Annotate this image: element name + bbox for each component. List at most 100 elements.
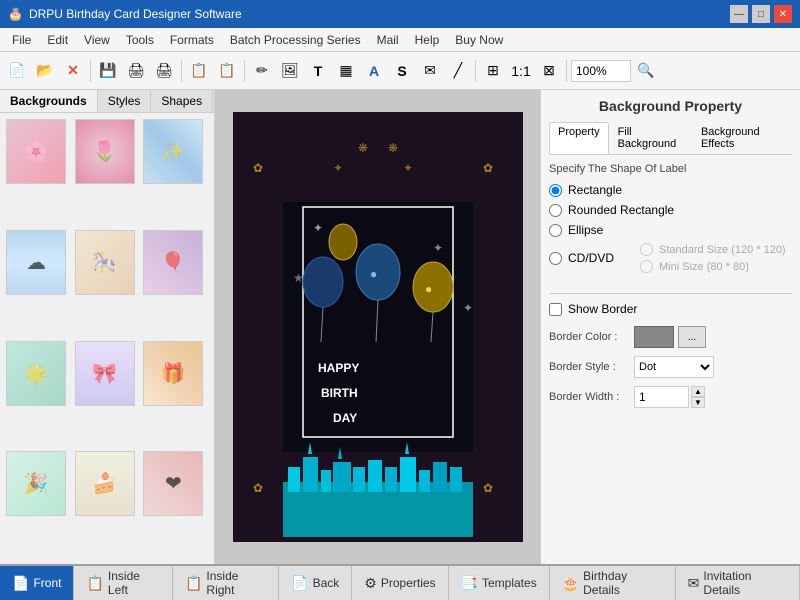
mini-radio[interactable] xyxy=(640,260,653,273)
bg-thumb-8[interactable]: 🎀 xyxy=(75,341,135,406)
bg-thumb-9[interactable]: 🎁 xyxy=(143,341,203,406)
close-button[interactable]: ✕ xyxy=(774,5,792,23)
border-width-row: Border Width : ▲ ▼ xyxy=(549,386,792,408)
line-button[interactable]: ╱ xyxy=(445,58,471,84)
border-style-label: Border Style : xyxy=(549,361,634,373)
border-width-up-button[interactable]: ▲ xyxy=(691,386,705,397)
tab-inside-left[interactable]: 📋 Inside Left xyxy=(74,566,173,600)
standard-radio[interactable] xyxy=(640,243,653,256)
app-title: DRPU Birthday Card Designer Software xyxy=(29,7,242,21)
front-icon: 📄 xyxy=(12,575,29,592)
bg-thumb-11[interactable]: 🍰 xyxy=(75,451,135,516)
templates-label: Templates xyxy=(482,576,537,590)
zoom-out-button[interactable]: 🔍 xyxy=(633,58,659,84)
canvas-area[interactable]: ✿ ✿ ✿ ✿ ❋ ❋ ✦ ✦ ✦ ✦ ★ ✦ xyxy=(215,90,540,564)
border-color-row: Border Color : ... xyxy=(549,326,792,348)
radio-row-cddvd: CD/DVD Standard Size (120 * 120) Mini Si… xyxy=(549,243,792,273)
barcode-button[interactable]: ▦ xyxy=(333,58,359,84)
signature-button[interactable]: S xyxy=(389,58,415,84)
rectangle-label[interactable]: Rectangle xyxy=(568,183,622,197)
paste-button[interactable]: 📋 xyxy=(214,58,240,84)
border-color-swatch[interactable] xyxy=(634,326,674,348)
bg-thumb-1[interactable]: 🌸 xyxy=(6,119,66,184)
toolbar-separator-1 xyxy=(90,60,91,82)
svg-text:✿: ✿ xyxy=(253,481,263,495)
print2-button[interactable]: 🖨 xyxy=(151,58,177,84)
tab-templates[interactable]: 📑 Templates xyxy=(449,566,550,600)
svg-text:●: ● xyxy=(370,267,377,281)
menu-help[interactable]: Help xyxy=(407,31,448,49)
resize-button[interactable]: ⊠ xyxy=(536,58,562,84)
tab-front[interactable]: 📄 Front xyxy=(0,566,74,600)
menu-formats[interactable]: Formats xyxy=(162,31,222,49)
tab-fill-background[interactable]: Fill Background xyxy=(609,122,692,154)
text2-button[interactable]: A xyxy=(361,58,387,84)
panel-tabs: Backgrounds Styles Shapes xyxy=(0,90,214,113)
close-file-button[interactable]: ✕ xyxy=(60,58,86,84)
standard-label[interactable]: Standard Size (120 * 120) xyxy=(659,244,786,256)
copy-button[interactable]: 📋 xyxy=(186,58,212,84)
email-button[interactable]: ✉ xyxy=(417,58,443,84)
menu-tools[interactable]: Tools xyxy=(118,31,162,49)
cd-options: Standard Size (120 * 120) Mini Size (80 … xyxy=(640,243,786,273)
show-border-label[interactable]: Show Border xyxy=(568,302,637,316)
tab-inside-right[interactable]: 📋 Inside Right xyxy=(173,566,279,600)
invitation-details-label: Invitation Details xyxy=(703,569,787,597)
bg-thumb-3[interactable]: ✨ xyxy=(143,119,203,184)
border-style-select[interactable]: Solid Dot Dash DashDot DashDotDot xyxy=(634,356,714,378)
panel-title: Background Property xyxy=(549,98,792,114)
save-button[interactable]: 💾 xyxy=(95,58,121,84)
properties-label: Properties xyxy=(381,576,436,590)
tab-background-effects[interactable]: Background Effects xyxy=(692,122,792,154)
tab-backgrounds[interactable]: Backgrounds xyxy=(0,90,98,112)
draw-button[interactable]: ✏ xyxy=(249,58,275,84)
mini-label[interactable]: Mini Size (80 * 80) xyxy=(659,261,749,273)
svg-text:✦: ✦ xyxy=(333,161,343,175)
table-button[interactable]: ⊞ xyxy=(480,58,506,84)
rounded-rectangle-radio[interactable] xyxy=(549,204,562,217)
templates-icon: 📑 xyxy=(461,575,478,592)
menu-edit[interactable]: Edit xyxy=(39,31,76,49)
bg-thumb-7[interactable]: 🌟 xyxy=(6,341,66,406)
background-grid: 🌸 🌷 ✨ ☁ 🎠 🎈 🌟 🎀 🎁 🎉 🍰 ❤ xyxy=(0,113,214,564)
tab-invitation-details[interactable]: ✉ Invitation Details xyxy=(676,566,800,600)
menu-batch[interactable]: Batch Processing Series xyxy=(222,31,369,49)
tab-property[interactable]: Property xyxy=(549,122,609,154)
rounded-rectangle-label[interactable]: Rounded Rectangle xyxy=(568,203,674,217)
card-svg: ✿ ✿ ✿ ✿ ❋ ❋ ✦ ✦ ✦ ✦ ★ ✦ xyxy=(233,112,523,542)
cddvd-label[interactable]: CD/DVD xyxy=(568,251,614,265)
menu-view[interactable]: View xyxy=(76,31,118,49)
maximize-button[interactable]: □ xyxy=(752,5,770,23)
bg-thumb-6[interactable]: 🎈 xyxy=(143,230,203,295)
tab-back[interactable]: 📄 Back xyxy=(279,566,352,600)
cddvd-radio[interactable] xyxy=(549,252,562,265)
border-width-down-button[interactable]: ▼ xyxy=(691,397,705,408)
ellipse-label[interactable]: Ellipse xyxy=(568,223,603,237)
bg-thumb-12[interactable]: ❤ xyxy=(143,451,203,516)
tab-shapes[interactable]: Shapes xyxy=(151,90,213,112)
svg-text:✦: ✦ xyxy=(433,241,443,255)
bg-thumb-10[interactable]: 🎉 xyxy=(6,451,66,516)
menu-file[interactable]: File xyxy=(4,31,39,49)
menu-buy[interactable]: Buy Now xyxy=(447,31,511,49)
tab-properties[interactable]: ⚙ Properties xyxy=(352,566,448,600)
show-border-checkbox[interactable] xyxy=(549,303,562,316)
bg-thumb-4[interactable]: ☁ xyxy=(6,230,66,295)
tab-styles[interactable]: Styles xyxy=(98,90,152,112)
new-button[interactable]: 📄 xyxy=(4,58,30,84)
bg-thumb-2[interactable]: 🌷 xyxy=(75,119,135,184)
print-button[interactable]: 🖨 xyxy=(123,58,149,84)
text-button[interactable]: T xyxy=(305,58,331,84)
minimize-button[interactable]: — xyxy=(730,5,748,23)
ellipse-radio[interactable] xyxy=(549,224,562,237)
tab-birthday-details[interactable]: 🎂 Birthday Details xyxy=(550,566,676,600)
rectangle-radio[interactable] xyxy=(549,184,562,197)
image-button[interactable]: 🖼 xyxy=(277,58,303,84)
zoom-input[interactable] xyxy=(571,60,631,82)
aspect-button[interactable]: 1:1 xyxy=(508,58,534,84)
menu-mail[interactable]: Mail xyxy=(369,31,407,49)
border-color-picker-button[interactable]: ... xyxy=(678,326,706,348)
open-button[interactable]: 📂 xyxy=(32,58,58,84)
bg-thumb-5[interactable]: 🎠 xyxy=(75,230,135,295)
border-width-input[interactable] xyxy=(634,386,689,408)
